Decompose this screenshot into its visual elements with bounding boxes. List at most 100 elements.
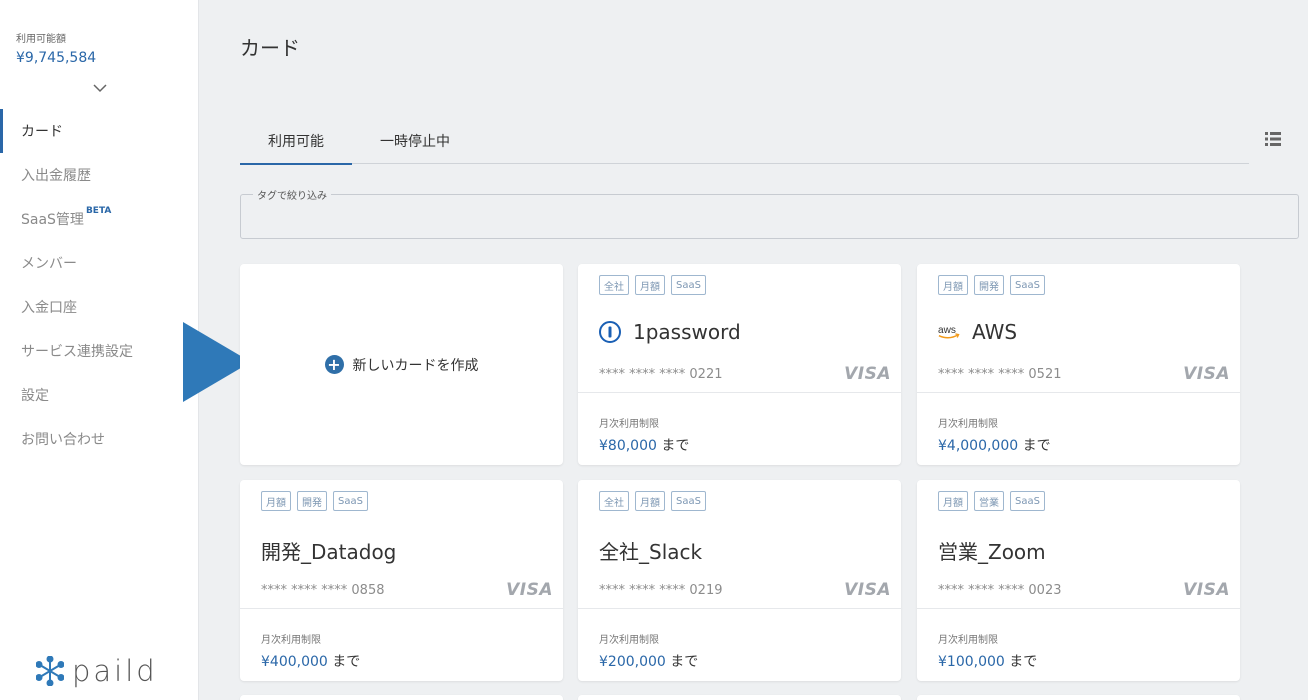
tab-active-cards[interactable]: 利用可能 xyxy=(240,117,352,165)
tag: 月額 xyxy=(635,491,665,511)
tag: SaaS xyxy=(671,491,706,511)
limit-value: ¥4,000,000 まで xyxy=(938,435,1051,455)
card-name: 1password xyxy=(599,320,741,344)
card-tabs: 利用可能 一時停止中 xyxy=(240,117,1249,165)
card-name: aws AWS xyxy=(938,320,1017,344)
chevron-down-icon[interactable] xyxy=(92,82,108,94)
sidebar-nav: カード 入出金履歴 SaaS管理 BETA メンバー 入金口座 サービス連携設定 … xyxy=(0,109,199,461)
card-name: 開発_Datadog xyxy=(261,536,396,565)
divider xyxy=(917,392,1240,393)
visa-logo: VISA xyxy=(506,580,553,600)
sidebar-item-transactions[interactable]: 入出金履歴 xyxy=(0,153,199,197)
card-number: **** **** **** 0219 xyxy=(599,583,723,598)
visa-logo: VISA xyxy=(844,364,891,384)
card-name-text: 開発_Datadog xyxy=(261,540,397,564)
divider xyxy=(240,608,563,609)
sidebar-item-label: SaaS管理 xyxy=(21,212,84,228)
limit-label: 月次利用制限 xyxy=(599,419,659,430)
tag: 月額 xyxy=(938,275,968,295)
limit-value: ¥400,000 まで xyxy=(261,651,360,671)
sidebar-item-integrations[interactable]: サービス連携設定 xyxy=(0,329,199,373)
limit-amount: ¥80,000 xyxy=(599,438,657,454)
sidebar-item-label: 入出金履歴 xyxy=(21,168,91,184)
beta-badge: BETA xyxy=(85,206,112,216)
sidebar-item-saas[interactable]: SaaS管理 BETA xyxy=(0,197,199,241)
limit-amount: ¥200,000 xyxy=(599,654,666,670)
balance-label: 利用可能額 xyxy=(16,34,66,45)
plus-icon: + xyxy=(324,355,344,374)
tab-label: 利用可能 xyxy=(268,133,324,150)
limit-label: 月次利用制限 xyxy=(938,419,998,430)
limit-suffix: まで xyxy=(1009,654,1038,670)
limit-label: 月次利用制限 xyxy=(261,635,321,646)
card-item[interactable]: 月額 開発 SaaS 開発_Datadog **** **** **** 085… xyxy=(240,480,563,681)
list-view-icon[interactable] xyxy=(1264,130,1282,148)
aws-icon: aws xyxy=(938,321,960,343)
logo-text: paild xyxy=(72,654,158,688)
sidebar-item-deposit-account[interactable]: 入金口座 xyxy=(0,285,199,329)
card-item-partial[interactable] xyxy=(578,695,901,700)
divider xyxy=(917,608,1240,609)
tag-list: 全社 月額 SaaS xyxy=(599,275,706,295)
logo: paild xyxy=(36,654,158,688)
tag: 全社 xyxy=(599,491,629,511)
card-name: 全社_Slack xyxy=(599,536,702,565)
limit-label: 月次利用制限 xyxy=(938,635,998,646)
new-card-button[interactable]: + 新しいカードを作成 xyxy=(240,264,563,465)
card-name-text: 営業_Zoom xyxy=(938,540,1046,564)
tab-suspended-cards[interactable]: 一時停止中 xyxy=(352,117,478,164)
page-title: カード xyxy=(240,36,300,60)
sidebar-item-label: 設定 xyxy=(21,388,49,404)
1password-icon xyxy=(599,321,621,343)
limit-suffix: まで xyxy=(670,654,699,670)
sidebar-item-contact[interactable]: お問い合わせ xyxy=(0,417,199,461)
card-item[interactable]: 全社 月額 SaaS 全社_Slack **** **** **** 0219 … xyxy=(578,480,901,681)
card-item-partial[interactable] xyxy=(240,695,563,700)
card-number: **** **** **** 0221 xyxy=(599,367,723,382)
tag: 月額 xyxy=(635,275,665,295)
limit-amount: ¥4,000,000 xyxy=(938,438,1019,454)
card-number: **** **** **** 0521 xyxy=(938,367,1062,382)
sidebar-item-label: カード xyxy=(21,124,63,140)
tag-list: 月額 開発 SaaS xyxy=(261,491,368,511)
tag: 開発 xyxy=(297,491,327,511)
tag: SaaS xyxy=(333,491,368,511)
limit-suffix: まで xyxy=(332,654,361,670)
card-item[interactable]: 月額 開発 SaaS aws AWS **** **** **** 0521 V… xyxy=(917,264,1240,465)
sidebar-item-cards[interactable]: カード xyxy=(0,109,199,153)
sidebar-item-settings[interactable]: 設定 xyxy=(0,373,199,417)
tag-list: 月額 開発 SaaS xyxy=(938,275,1045,295)
card-item[interactable]: 全社 月額 SaaS 1password **** **** **** 0221… xyxy=(578,264,901,465)
card-number: **** **** **** 0858 xyxy=(261,583,385,598)
divider xyxy=(578,392,901,393)
limit-suffix: まで xyxy=(1022,438,1051,454)
card-item[interactable]: 月額 営業 SaaS 営業_Zoom **** **** **** 0023 V… xyxy=(917,480,1240,681)
limit-amount: ¥100,000 xyxy=(938,654,1005,670)
sidebar: 利用可能額 ¥9,745,584 カード 入出金履歴 SaaS管理 BETA メン… xyxy=(0,0,199,700)
card-name-text: 1password xyxy=(633,320,741,344)
sidebar-item-label: メンバー xyxy=(21,256,77,272)
tag: 営業 xyxy=(974,491,1004,511)
tag-list: 全社 月額 SaaS xyxy=(599,491,706,511)
sidebar-item-members[interactable]: メンバー xyxy=(0,241,199,285)
svg-text:aws: aws xyxy=(938,325,956,336)
limit-amount: ¥400,000 xyxy=(261,654,328,670)
tag: SaaS xyxy=(1010,491,1045,511)
limit-label: 月次利用制限 xyxy=(599,635,659,646)
tag: 全社 xyxy=(599,275,629,295)
tag: 開発 xyxy=(974,275,1004,295)
visa-logo: VISA xyxy=(844,580,891,600)
limit-suffix: まで xyxy=(661,438,690,454)
balance-value: ¥9,745,584 xyxy=(16,50,97,66)
sidebar-item-label: サービス連携設定 xyxy=(21,344,133,360)
limit-value: ¥80,000 まで xyxy=(599,435,689,455)
sidebar-item-label: お問い合わせ xyxy=(21,432,105,448)
tag: SaaS xyxy=(671,275,706,295)
card-name: 営業_Zoom xyxy=(938,536,1046,565)
card-item-partial[interactable] xyxy=(917,695,1240,700)
new-card-label: 新しいカードを作成 xyxy=(352,357,479,374)
paild-logo-icon xyxy=(36,656,64,686)
sidebar-item-label: 入金口座 xyxy=(21,300,77,316)
tag-list: 月額 営業 SaaS xyxy=(938,491,1045,511)
tag-filter-input[interactable]: タグで絞り込み xyxy=(240,187,1299,239)
